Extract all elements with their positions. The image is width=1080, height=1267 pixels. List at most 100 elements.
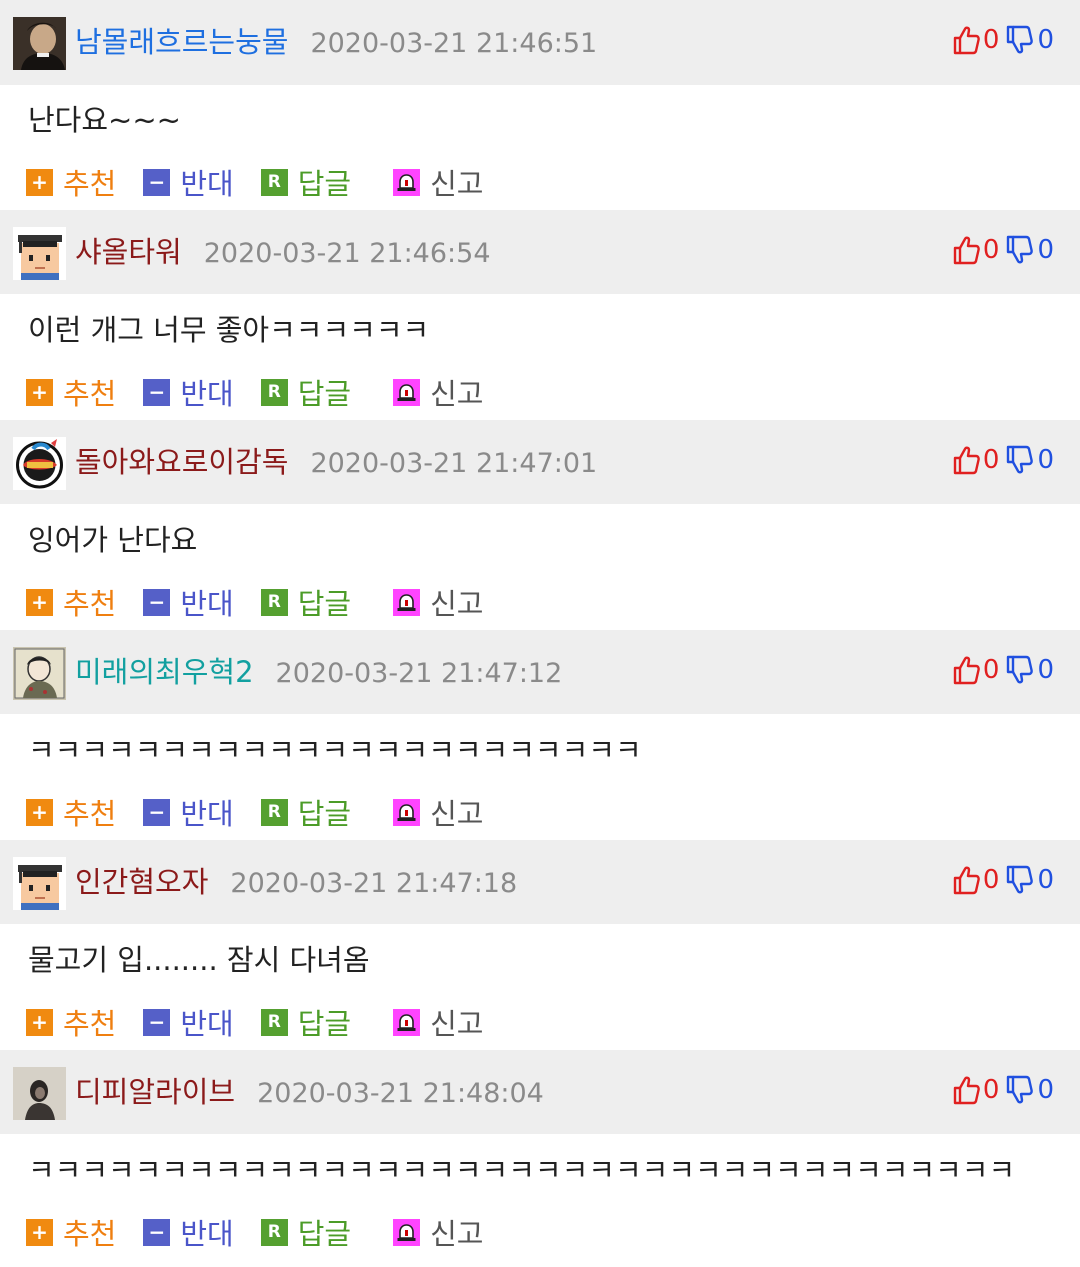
upvote-count: 0 [982, 445, 1000, 475]
report-label: 신고 [430, 377, 484, 411]
recommend-label: 추천 [63, 1007, 117, 1041]
reply-button[interactable]: R 답글 [260, 581, 351, 623]
comment-item: 인간혐오자 2020-03-21 21:47:18 0 0 물고기 입......… [0, 840, 1080, 1050]
vote-counts: 0 0 [952, 20, 1054, 60]
oppose-button[interactable]: − 반대 [143, 1001, 234, 1043]
report-button[interactable]: 신고 [393, 161, 484, 203]
thumbs-up-icon[interactable] [952, 1075, 980, 1105]
reply-label: 답글 [297, 1007, 352, 1041]
recommend-button[interactable]: + 추천 [26, 791, 116, 833]
plus-icon: + [26, 1218, 53, 1246]
comment-actions: + 추천 − 반대 R 답글 신고 [26, 1000, 484, 1044]
username[interactable]: 남몰래흐르는눙물 [75, 25, 288, 59]
plus-icon: + [26, 168, 53, 196]
timestamp: 2020-03-21 21:48:04 [257, 1078, 544, 1109]
thumbs-down-icon[interactable] [1005, 235, 1034, 265]
comment-text: 이런 개그 너무 좋아ㅋㅋㅋㅋㅋㅋ [28, 313, 430, 347]
thumbs-down-icon[interactable] [1005, 1075, 1034, 1105]
comment-item: 디피알라이브 2020-03-21 21:48:04 0 0 ㅋㅋㅋㅋㅋㅋㅋㅋㅋㅋ… [0, 1050, 1080, 1267]
report-label: 신고 [430, 797, 484, 831]
comment-text: ㅋㅋㅋㅋㅋㅋㅋㅋㅋㅋㅋㅋㅋㅋㅋㅋㅋㅋㅋㅋㅋㅋㅋ [28, 733, 642, 767]
illustration-avatar[interactable] [13, 647, 66, 700]
reply-button[interactable]: R 답글 [260, 161, 351, 203]
comment-list: 남몰래흐르는눙물 2020-03-21 21:46:51 0 0 난다요~~~ +… [0, 0, 1080, 1267]
oppose-button[interactable]: − 반대 [143, 371, 234, 413]
comment-text: ㅋㅋㅋㅋㅋㅋㅋㅋㅋㅋㅋㅋㅋㅋㅋㅋㅋㅋㅋㅋㅋㅋㅋㅋㅋㅋㅋㅋㅋㅋㅋㅋㅋㅋㅋㅋㅋ [28, 1153, 1016, 1187]
plus-icon: + [26, 588, 53, 616]
reply-button[interactable]: R 답글 [260, 371, 351, 413]
reply-button[interactable]: R 답글 [260, 1211, 351, 1253]
username[interactable]: 미래의최우혁2 [75, 655, 254, 689]
recommend-label: 추천 [63, 1217, 117, 1251]
minus-icon: − [143, 798, 171, 826]
thumbs-up-icon[interactable] [952, 445, 980, 475]
upvote-count: 0 [982, 235, 1000, 265]
oppose-label: 반대 [180, 1007, 234, 1041]
recommend-button[interactable]: + 추천 [26, 581, 116, 623]
timestamp: 2020-03-21 21:47:01 [310, 448, 598, 479]
comment-header: 남몰래흐르는눙물 2020-03-21 21:46:51 0 0 [0, 0, 1080, 85]
photo-avatar[interactable] [13, 1067, 66, 1120]
username[interactable]: 인간혐오자 [75, 865, 208, 899]
comment-actions: + 추천 − 반대 R 답글 신고 [26, 1210, 484, 1254]
downvote-count: 0 [1037, 235, 1054, 265]
report-button[interactable]: 신고 [393, 791, 484, 833]
report-label: 신고 [430, 1217, 484, 1251]
thumbs-up-icon[interactable] [952, 235, 980, 265]
siren-icon [393, 168, 421, 196]
oppose-button[interactable]: − 반대 [143, 581, 234, 623]
minus-icon: − [143, 588, 171, 616]
thumbs-down-icon[interactable] [1005, 25, 1034, 55]
downvote-count: 0 [1037, 655, 1054, 685]
portrait-photo-avatar[interactable] [13, 17, 66, 70]
graduate-cap-avatar[interactable] [13, 857, 66, 910]
thumbs-up-icon[interactable] [952, 655, 980, 685]
siren-icon [393, 798, 421, 826]
recommend-button[interactable]: + 추천 [26, 1211, 116, 1253]
comment-item: 돌아와요로이감독 2020-03-21 21:47:01 0 0 잉어가 난다요 … [0, 420, 1080, 630]
username[interactable]: 디피알라이브 [75, 1075, 235, 1109]
vote-counts: 0 0 [952, 230, 1054, 270]
username[interactable]: 샤올타워 [75, 235, 182, 269]
username[interactable]: 돌아와요로이감독 [75, 445, 288, 479]
vote-counts: 0 0 [952, 650, 1054, 690]
graduate-cap-avatar[interactable] [13, 227, 66, 280]
oppose-label: 반대 [180, 1217, 234, 1251]
reply-button[interactable]: R 답글 [260, 1001, 352, 1043]
plus-icon: + [26, 1008, 53, 1036]
oppose-button[interactable]: − 반대 [143, 161, 234, 203]
vote-counts: 0 0 [952, 860, 1054, 900]
recommend-button[interactable]: + 추천 [26, 371, 116, 413]
downvote-count: 0 [1037, 1075, 1054, 1105]
report-button[interactable]: 신고 [393, 1211, 484, 1253]
reply-icon: R [260, 1218, 288, 1246]
oppose-label: 반대 [180, 167, 234, 201]
report-label: 신고 [430, 587, 484, 621]
minus-icon: − [143, 1008, 171, 1036]
reply-icon: R [260, 588, 288, 616]
thumbs-down-icon[interactable] [1005, 445, 1034, 475]
minus-icon: − [143, 168, 171, 196]
recommend-button[interactable]: + 추천 [26, 1001, 116, 1043]
recommend-button[interactable]: + 추천 [26, 161, 116, 203]
reply-icon: R [260, 168, 288, 196]
thumbs-down-icon[interactable] [1005, 655, 1034, 685]
comment-header: 미래의최우혁2 2020-03-21 21:47:12 0 0 [0, 630, 1080, 714]
report-button[interactable]: 신고 [393, 581, 484, 623]
report-button[interactable]: 신고 [393, 1001, 484, 1043]
oppose-label: 반대 [180, 377, 234, 411]
oppose-button[interactable]: − 반대 [143, 791, 234, 833]
giants-logo-avatar[interactable] [13, 437, 66, 490]
timestamp: 2020-03-21 21:47:18 [230, 868, 518, 899]
report-button[interactable]: 신고 [393, 371, 484, 413]
reply-button[interactable]: R 답글 [260, 791, 351, 833]
thumbs-up-icon[interactable] [952, 25, 980, 55]
oppose-button[interactable]: − 반대 [143, 1211, 234, 1253]
comment-header: 돌아와요로이감독 2020-03-21 21:47:01 0 0 [0, 420, 1080, 504]
timestamp: 2020-03-21 21:46:54 [203, 238, 491, 269]
downvote-count: 0 [1037, 445, 1054, 475]
thumbs-up-icon[interactable] [952, 865, 980, 895]
minus-icon: − [143, 1218, 171, 1246]
comment-actions: + 추천 − 반대 R 답글 신고 [26, 370, 484, 414]
thumbs-down-icon[interactable] [1005, 865, 1034, 895]
